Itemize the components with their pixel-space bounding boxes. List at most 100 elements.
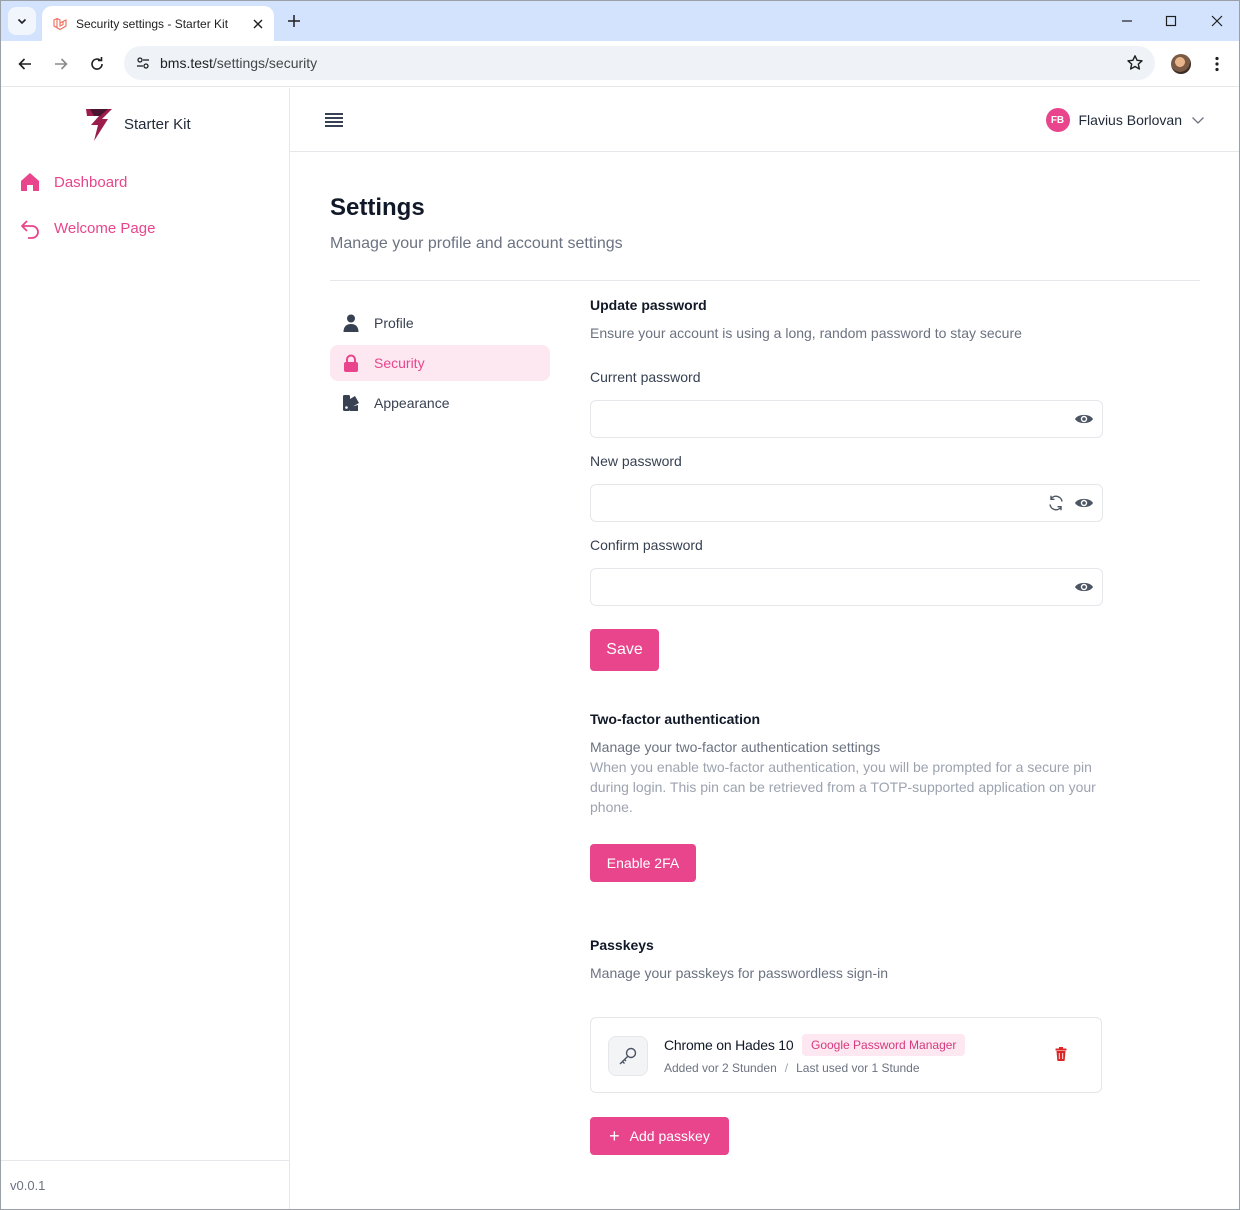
settings-nav-label: Appearance (374, 395, 450, 411)
palette-icon (342, 394, 360, 412)
bookmark-button[interactable] (1125, 53, 1145, 73)
home-icon (18, 170, 42, 194)
settings-nav-profile[interactable]: Profile (330, 305, 550, 341)
tab-search-button[interactable] (8, 7, 36, 35)
url-path: /settings/security (212, 55, 318, 71)
reload-button[interactable] (82, 49, 112, 79)
menu-toggle-button[interactable] (324, 110, 344, 130)
passkey-added: Added vor 2 Stunden (664, 1061, 777, 1075)
sidebar-item-dashboard[interactable]: Dashboard (18, 170, 127, 194)
close-icon (1211, 15, 1223, 27)
browser-window: Security settings - Starter Kit bms.test… (0, 0, 1240, 1210)
brand[interactable]: Starter Kit (85, 106, 191, 142)
brand-name: Starter Kit (124, 115, 191, 133)
hamburger-line (325, 117, 343, 119)
user-menu[interactable]: FB Flavius Borlovan (1045, 107, 1206, 133)
add-passkey-button[interactable]: + Add passkey (590, 1117, 729, 1155)
plus-icon: + (609, 1126, 620, 1146)
two-factor-info: When you enable two-factor authenticatio… (590, 759, 1096, 815)
passkey-meta: Added vor 2 Stunden / Last used vor 1 Stun… (664, 1061, 920, 1075)
minimize-icon (1122, 20, 1132, 22)
url-host: bms.test (160, 55, 213, 71)
maximize-button[interactable] (1149, 7, 1193, 35)
sidebar-item-welcome-page[interactable]: Welcome Page (18, 216, 155, 240)
active-tab[interactable]: Security settings - Starter Kit (42, 6, 274, 41)
chevron-down-icon (17, 18, 27, 25)
forward-button[interactable] (46, 49, 76, 79)
new-tab-button[interactable] (282, 9, 306, 33)
tab-strip: Security settings - Starter Kit (1, 1, 1239, 41)
laravel-favicon-icon (53, 17, 67, 30)
address-bar[interactable]: bms.test/settings/security (124, 46, 1155, 80)
current-password-field[interactable] (590, 400, 1103, 438)
user-name: Flavius Borlovan (1078, 112, 1183, 128)
new-password-field[interactable] (590, 484, 1103, 522)
star-icon (1127, 55, 1143, 70)
new-password-label: New password (590, 453, 682, 469)
more-vertical-icon (1215, 56, 1219, 72)
page-subtitle: Manage your profile and account settings (330, 235, 623, 252)
maximize-icon (1165, 15, 1177, 27)
browser-profile-avatar[interactable] (1171, 54, 1191, 74)
reload-icon (91, 57, 103, 70)
sidebar-item-label: Dashboard (54, 173, 128, 191)
settings-nav-label: Profile (374, 315, 414, 331)
passkey-last-used: Last used vor 1 Stunde (796, 1061, 920, 1075)
save-button[interactable]: Save (590, 629, 659, 671)
confirm-password-label: Confirm password (590, 537, 703, 553)
minimize-button[interactable] (1105, 7, 1149, 35)
page-title: Settings (330, 194, 425, 221)
settings-nav-security[interactable]: Security (330, 345, 550, 381)
arrow-left-icon (18, 58, 31, 70)
app-version: v0.0.1 (10, 1177, 46, 1193)
url-text: bms.test/settings/security (160, 55, 317, 71)
key-icon (608, 1036, 648, 1076)
hamburger-line (325, 113, 343, 115)
window-close-button[interactable] (1195, 7, 1239, 35)
lock-icon (342, 354, 360, 372)
sidebar-item-label: Welcome Page (54, 219, 156, 237)
update-password-description: Ensure your account is using a long, ran… (590, 325, 1022, 341)
sidebar: Starter Kit Dashboard Welcome Page v0.0.… (1, 88, 290, 1209)
passkey-name: Chrome on Hades 10 (664, 1037, 794, 1053)
passkey-item: Chrome on Hades 10 Google Password Manag… (590, 1017, 1102, 1093)
sidebar-footer: v0.0.1 (1, 1160, 289, 1209)
close-icon (253, 19, 263, 28)
settings-nav-appearance[interactable]: Appearance (330, 385, 550, 421)
starter-kit-logo-icon (86, 109, 112, 141)
passkeys-description: Manage your passkeys for passwordless si… (590, 965, 889, 981)
browser-menu-button[interactable] (1207, 53, 1227, 75)
back-button[interactable] (10, 49, 40, 79)
tune-icon (137, 57, 149, 69)
chevron-down-icon (1192, 117, 1204, 124)
current-password-label: Current password (590, 369, 701, 385)
tab-title: Security settings - Starter Kit (76, 16, 229, 31)
two-factor-title: Two-factor authentication (590, 711, 761, 727)
user-avatar: FB (1045, 108, 1070, 132)
topbar: FB Flavius Borlovan (290, 88, 1239, 152)
arrow-right-icon (55, 58, 68, 70)
passkeys-title: Passkeys (590, 937, 654, 953)
passkey-provider-badge: Google Password Manager (802, 1034, 966, 1056)
divider (330, 280, 1200, 281)
user-icon (342, 314, 360, 332)
browser-toolbar: bms.test/settings/security (1, 41, 1239, 87)
two-factor-description: Manage your two-factor authentication se… (590, 739, 881, 755)
settings-nav: Profile Security Appearance (330, 305, 550, 425)
trash-icon (1055, 1047, 1067, 1061)
enable-2fa-button[interactable]: Enable 2FA (590, 844, 696, 882)
tab-close-button[interactable] (248, 14, 268, 34)
back-arrow-icon (18, 216, 42, 240)
update-password-title: Update password (590, 297, 707, 313)
plus-icon (288, 15, 300, 27)
app: Starter Kit Dashboard Welcome Page v0.0.… (1, 88, 1239, 1209)
settings-nav-label: Security (374, 355, 425, 371)
add-passkey-label: Add passkey (629, 1128, 710, 1144)
main-content: FB Flavius Borlovan Settings Manage your… (290, 88, 1239, 1209)
hamburger-line (325, 121, 343, 123)
site-info-button[interactable] (132, 52, 154, 74)
delete-passkey-button[interactable] (1053, 1046, 1069, 1062)
confirm-password-field[interactable] (590, 568, 1103, 606)
meta-separator: / (784, 1061, 789, 1075)
hamburger-line (325, 125, 343, 127)
